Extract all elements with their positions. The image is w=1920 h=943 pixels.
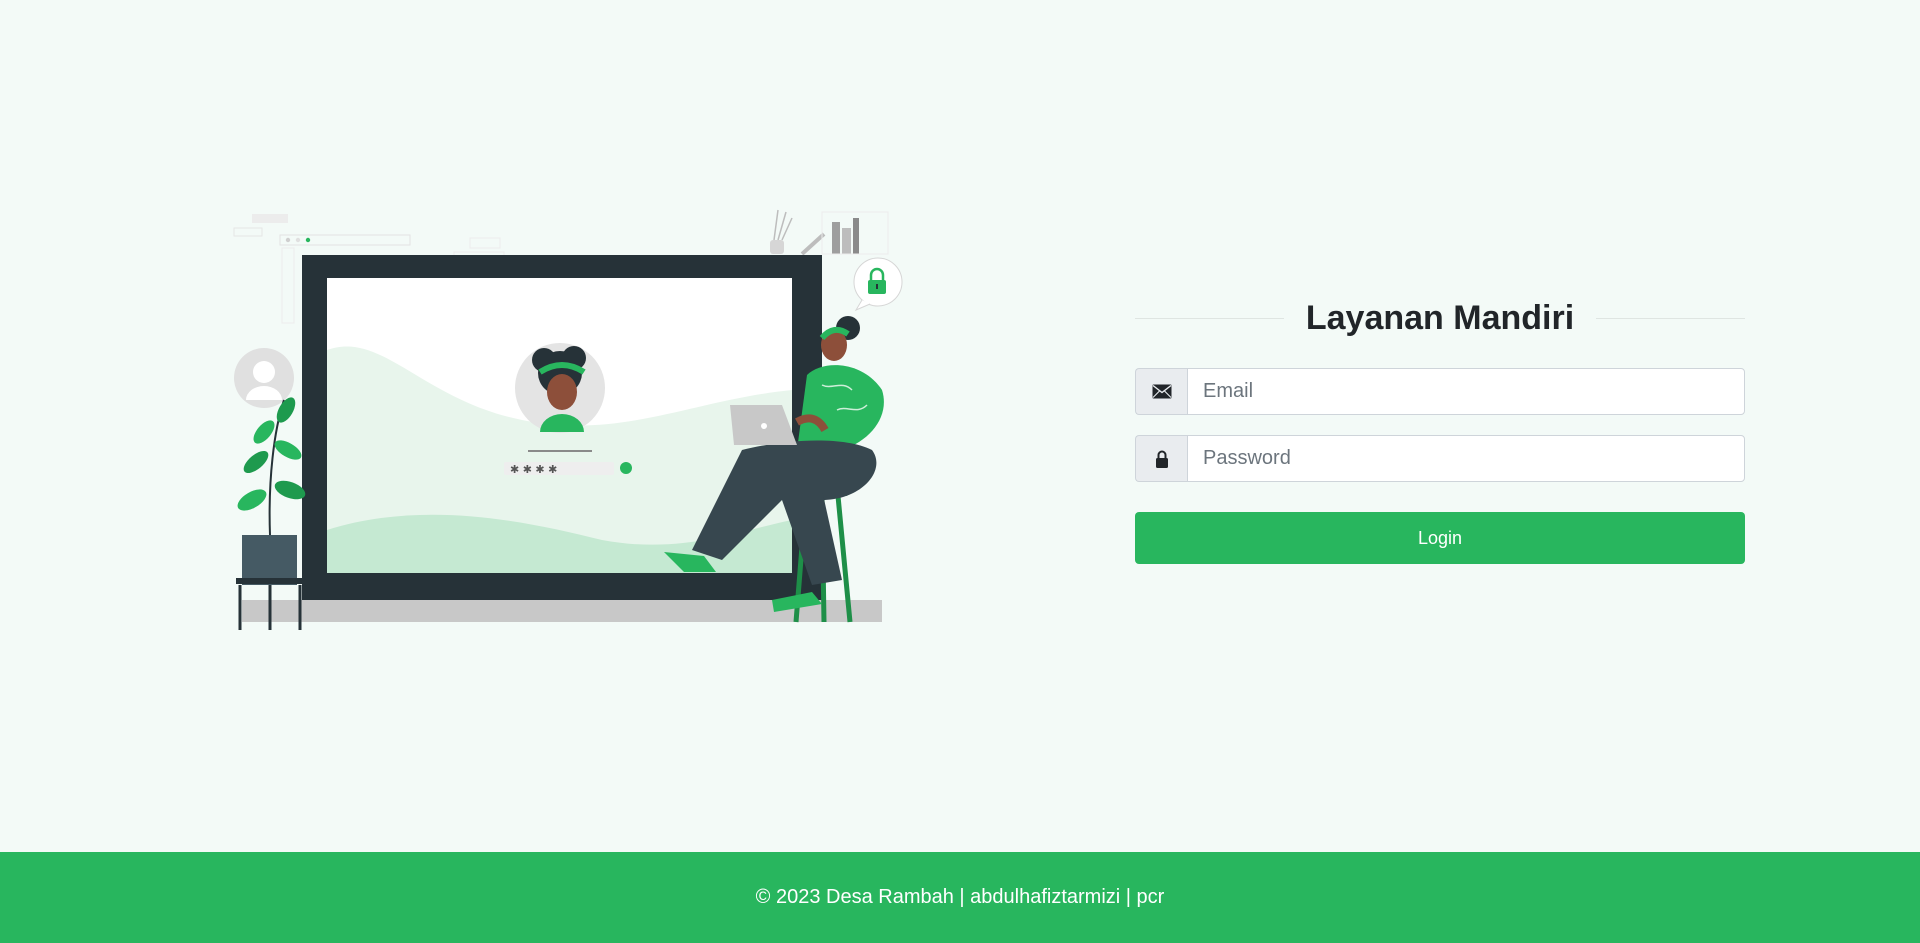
login-form: Layanan Mandiri Login [1135,295,1745,564]
login-illustration: ✱ ✱ ✱ ✱ [222,200,912,630]
email-field[interactable] [1187,368,1745,415]
login-button[interactable]: Login [1135,512,1745,564]
email-input-group [1135,368,1745,415]
login-title: Layanan Mandiri [1305,298,1575,337]
footer-copyright: © 2023 Desa Rambah | abdulhafiztarmizi |… [755,886,1165,908]
woman-with-laptop-illustration: ✱ ✱ ✱ ✱ [233,209,903,630]
page-footer: © 2023 Desa Rambah | abdulhafiztarmizi |… [0,852,1920,943]
password-input-group [1135,435,1745,482]
password-field[interactable] [1187,435,1745,482]
heading-divider-left [1135,317,1284,319]
svg-text:✱ ✱ ✱ ✱: ✱ ✱ ✱ ✱ [510,463,557,476]
lock-icon [1135,435,1187,482]
heading-divider-right [1596,317,1745,319]
envelope-icon [1135,368,1187,415]
login-heading-row: Layanan Mandiri [1135,295,1745,341]
